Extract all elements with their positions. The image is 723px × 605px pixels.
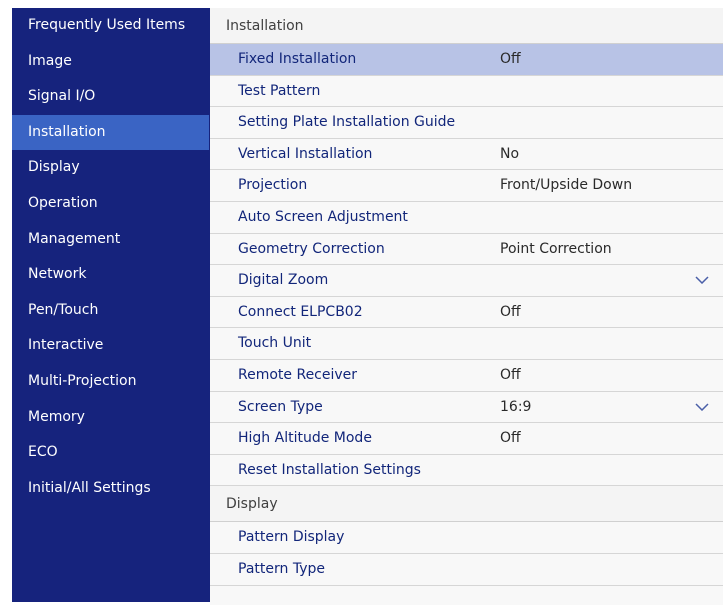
row-value: Off bbox=[500, 303, 521, 320]
row-label: Geometry Correction bbox=[238, 240, 385, 257]
menu-row-projection[interactable]: Projection Front/Upside Down bbox=[210, 170, 723, 202]
menu-row-remote-receiver[interactable]: Remote Receiver Off bbox=[210, 359, 723, 392]
row-label: Screen Type bbox=[238, 398, 323, 415]
menu-row-fixed-installation[interactable]: Fixed Installation Off bbox=[210, 44, 723, 76]
row-value: No bbox=[500, 145, 520, 162]
row-label: Touch Unit bbox=[238, 335, 312, 352]
row-value: Off bbox=[500, 430, 521, 447]
menu-row-digital-zoom[interactable]: Digital Zoom bbox=[210, 265, 723, 297]
menu-row-pattern-display[interactable]: Pattern Display bbox=[210, 522, 723, 554]
row-label: Setting Plate Installation Guide bbox=[238, 114, 456, 131]
menu-row-geometry-correction[interactable]: Geometry Correction Point Correction bbox=[210, 233, 723, 266]
row-label: Connect ELPCB02 bbox=[238, 303, 363, 320]
chevron-down-icon bbox=[695, 265, 709, 296]
row-value: Off bbox=[500, 51, 521, 67]
menu-row-test-pattern[interactable]: Test Pattern bbox=[210, 75, 723, 108]
sidebar-item-management[interactable]: Management bbox=[12, 222, 210, 258]
row-label: Pattern Display bbox=[238, 529, 345, 546]
sidebar-item-interactive[interactable]: Interactive bbox=[12, 328, 210, 364]
menu-row-touch-unit[interactable]: Touch Unit bbox=[210, 328, 723, 360]
menu-row-auto-screen-adjustment[interactable]: Auto Screen Adjustment bbox=[210, 201, 723, 234]
sidebar-item-pen-touch[interactable]: Pen/Touch bbox=[12, 293, 210, 329]
row-label: Projection bbox=[238, 177, 308, 194]
menu-row-vertical-installation[interactable]: Vertical Installation No bbox=[210, 138, 723, 171]
row-label: Test Pattern bbox=[238, 82, 321, 99]
row-value: 16:9 bbox=[500, 398, 532, 415]
menu-row-reset-installation-settings[interactable]: Reset Installation Settings bbox=[210, 454, 723, 487]
menu-row-high-altitude-mode[interactable]: High Altitude Mode Off bbox=[210, 423, 723, 455]
section-header-installation: Installation bbox=[210, 8, 723, 44]
row-label: Vertical Installation bbox=[238, 145, 373, 162]
chevron-down-icon bbox=[695, 392, 709, 423]
menu-row-setting-plate-installation-guide[interactable]: Setting Plate Installation Guide bbox=[210, 107, 723, 139]
sidebar-item-multi-projection[interactable]: Multi-Projection bbox=[12, 364, 210, 400]
row-label: Pattern Type bbox=[238, 560, 325, 577]
sidebar-item-eco[interactable]: ECO bbox=[12, 435, 210, 471]
row-value: Off bbox=[500, 366, 521, 383]
sidebar-item-initial-all-settings[interactable]: Initial/All Settings bbox=[12, 471, 210, 507]
row-label: Fixed Installation bbox=[238, 51, 357, 67]
row-label: High Altitude Mode bbox=[238, 430, 372, 447]
sidebar-item-operation[interactable]: Operation bbox=[12, 186, 210, 222]
menu-row-pattern-type[interactable]: Pattern Type bbox=[210, 553, 723, 586]
section-header-display: Display bbox=[210, 486, 723, 523]
sidebar: Frequently Used Items Image Signal I/O I… bbox=[12, 8, 210, 602]
sidebar-item-installation[interactable]: Installation bbox=[12, 114, 209, 151]
menu-row-screen-type[interactable]: Screen Type 16:9 bbox=[210, 391, 723, 424]
sidebar-item-image[interactable]: Image bbox=[12, 44, 210, 80]
row-label: Digital Zoom bbox=[238, 272, 329, 289]
row-value: Front/Upside Down bbox=[500, 177, 633, 194]
row-label: Remote Receiver bbox=[238, 366, 358, 383]
sidebar-item-signal-io[interactable]: Signal I/O bbox=[12, 79, 210, 115]
row-label: Auto Screen Adjustment bbox=[238, 208, 408, 225]
row-value: Point Correction bbox=[500, 240, 612, 257]
sidebar-item-display[interactable]: Display bbox=[12, 150, 210, 186]
menu-row-connect-elpcb02[interactable]: Connect ELPCB02 Off bbox=[210, 296, 723, 329]
row-label: Reset Installation Settings bbox=[238, 461, 421, 478]
settings-panel: Installation Fixed Installation Off Test… bbox=[210, 8, 723, 605]
sidebar-item-frequently-used-items[interactable]: Frequently Used Items bbox=[12, 8, 210, 44]
sidebar-item-memory[interactable]: Memory bbox=[12, 400, 210, 436]
sidebar-item-network[interactable]: Network bbox=[12, 257, 210, 293]
